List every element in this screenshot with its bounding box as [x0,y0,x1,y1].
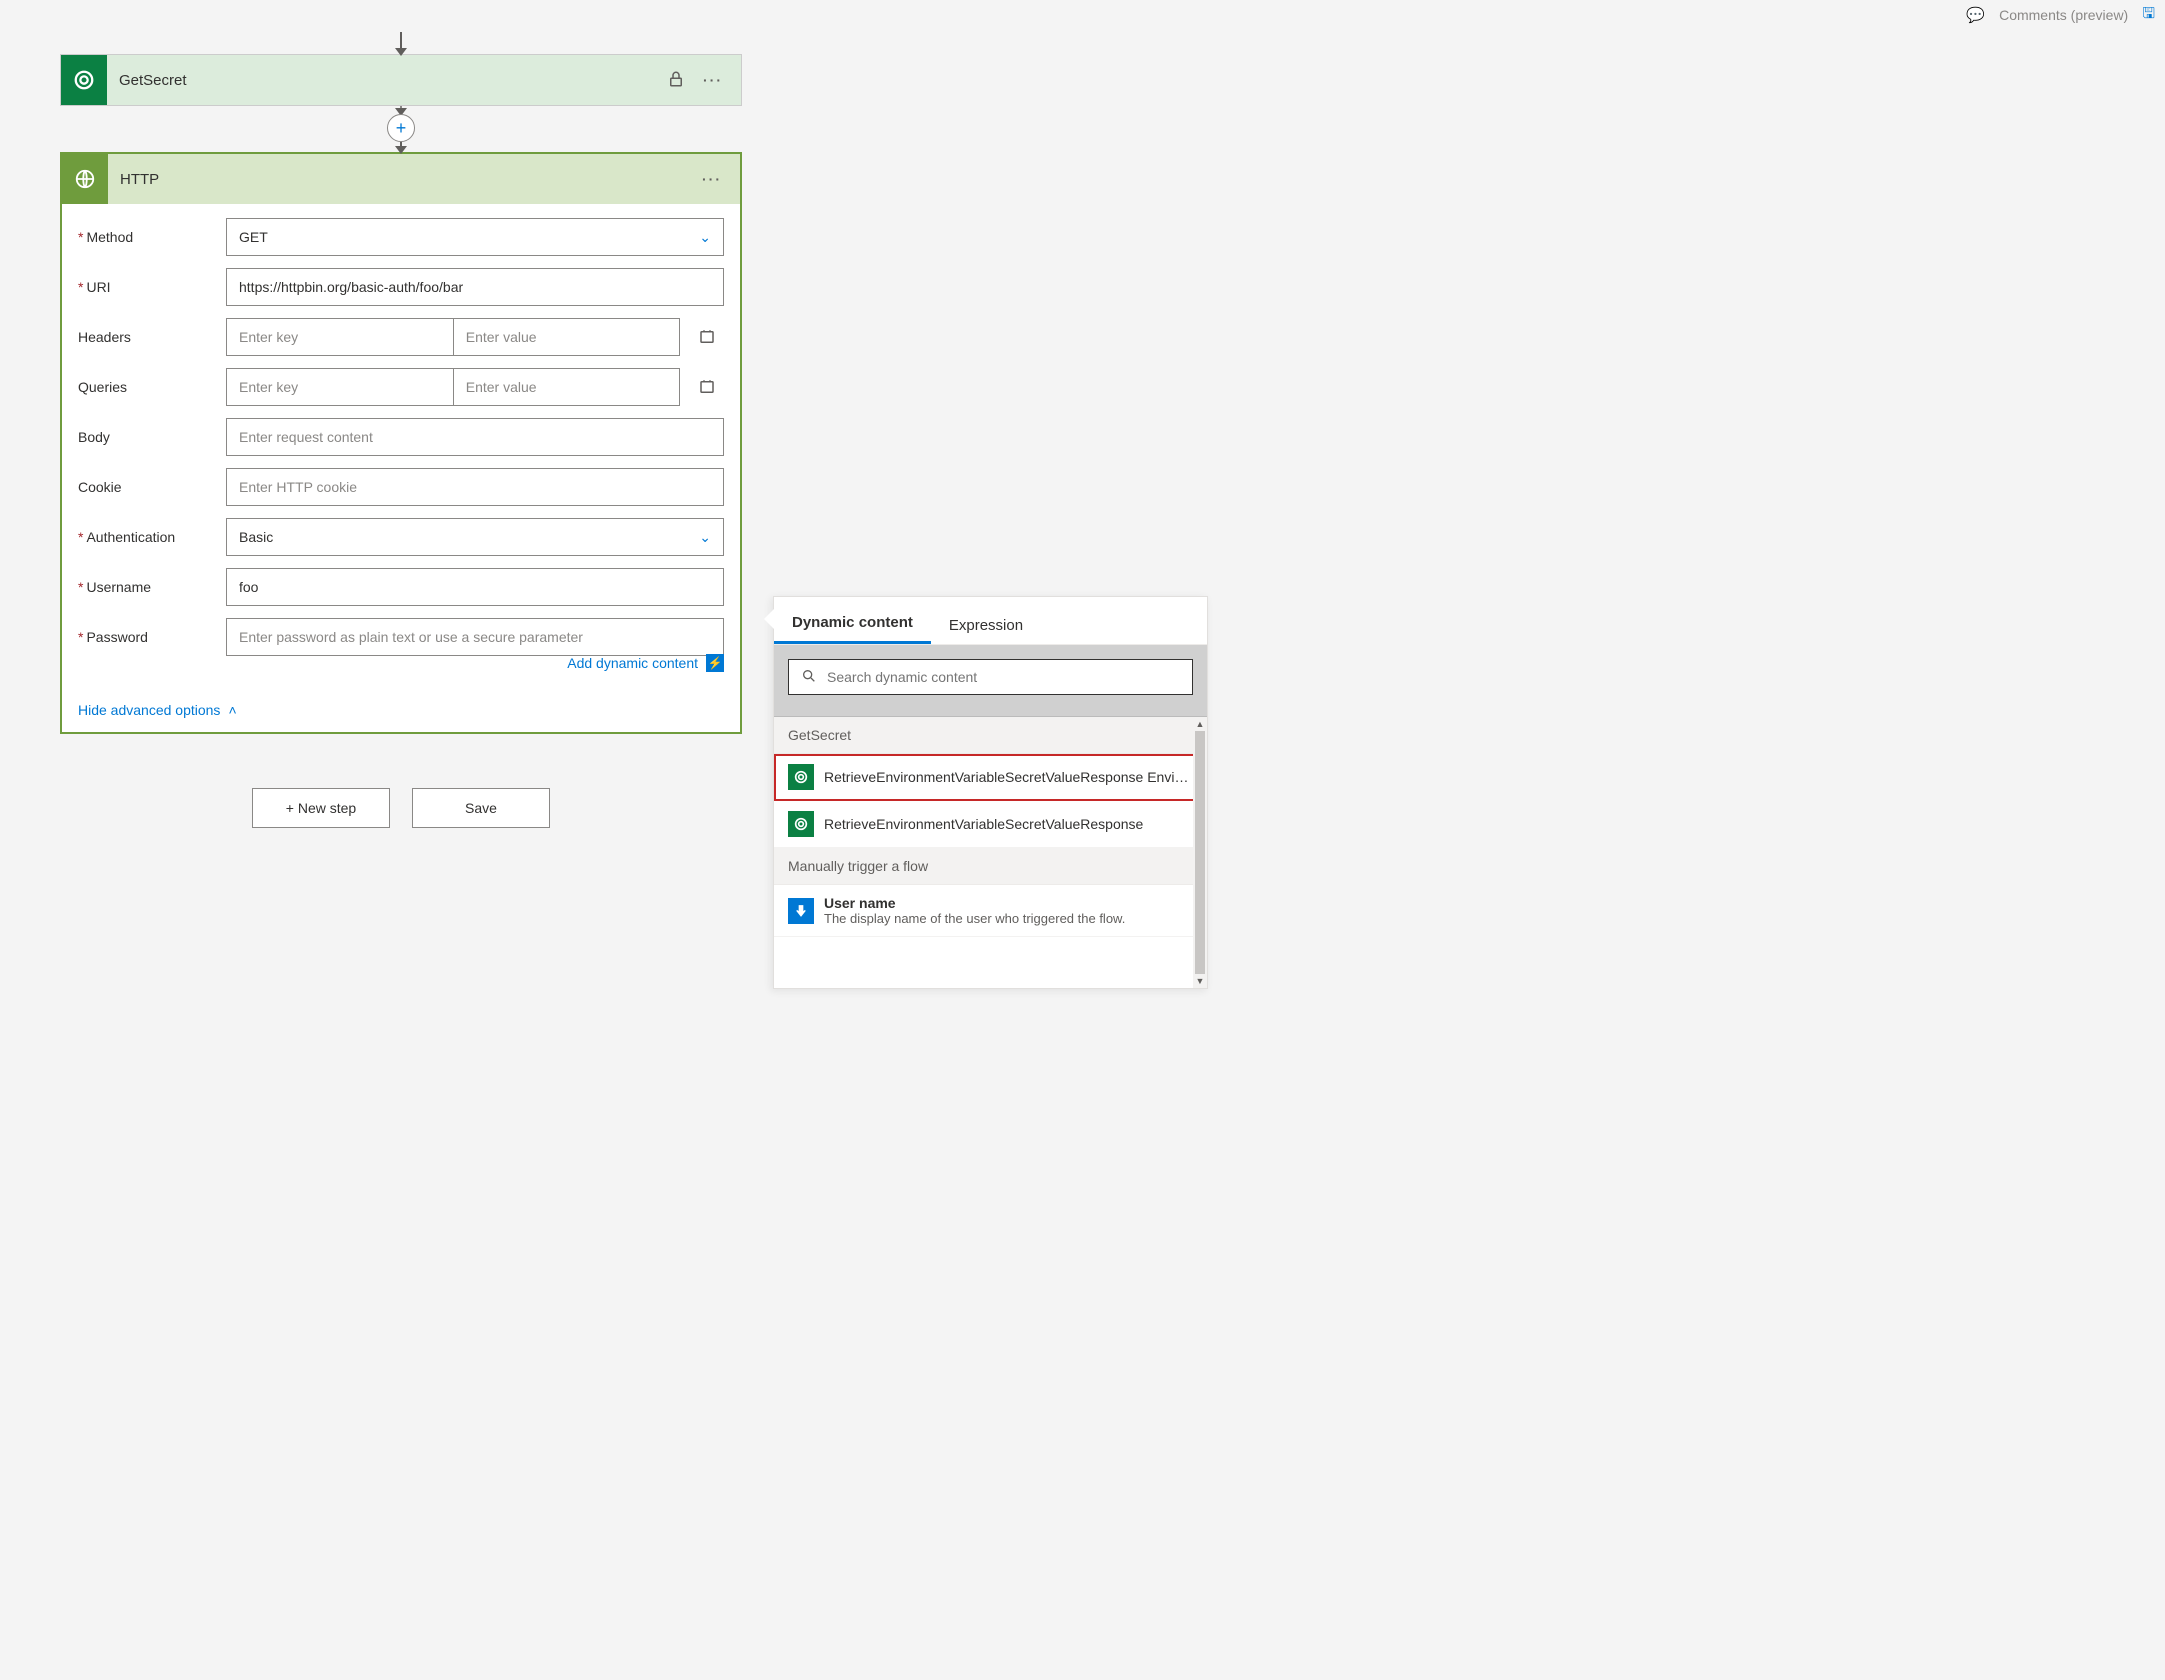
flow-arrow-icon [400,106,402,114]
body-input[interactable]: Enter request content [226,418,724,456]
dc-item-retrieve-env-var-secret-value-response[interactable]: RetrieveEnvironmentVariableSecretValueRe… [774,801,1207,848]
headers-value-input[interactable]: Enter value [453,318,680,356]
chevron-down-icon: ⌄ [699,229,711,246]
dc-item-retrieve-env-var-secret-value-response-envi[interactable]: RetrieveEnvironmentVariableSecretValueRe… [774,754,1207,801]
flow-arrow-icon [400,32,402,54]
queries-key-input[interactable]: Enter key [226,368,453,406]
dataverse-icon [61,55,107,105]
getsecret-action-card[interactable]: GetSecret ··· [60,54,742,106]
top-bar: 💬 Comments (preview) 🖫 [1966,0,2155,30]
dc-scrollbar[interactable]: ▲ ▼ [1193,717,1207,988]
add-dynamic-content-link[interactable]: Add dynamic content [567,655,698,671]
more-icon[interactable]: ··· [702,171,740,187]
dc-item-user-name[interactable]: User name The display name of the user w… [774,885,1207,937]
headers-label: Headers [78,329,131,345]
http-card-header[interactable]: HTTP ··· [62,154,740,204]
body-label: Body [78,429,110,445]
dc-section-manual-trigger: Manually trigger a flow [774,848,1207,885]
hide-advanced-options-button[interactable]: Hide advanced options ˄ [62,692,740,732]
method-label: Method [86,229,133,245]
http-action-card: HTTP ··· *Method GET ⌄ *URI https://http… [60,152,742,734]
scroll-up-icon[interactable]: ▲ [1193,717,1207,731]
comments-link[interactable]: Comments (preview) [1999,7,2128,23]
password-label: Password [86,629,147,645]
dataverse-icon [788,811,814,837]
cookie-label: Cookie [78,479,122,495]
getsecret-title: GetSecret [107,55,667,105]
chevron-down-icon: ⌄ [699,529,711,546]
authentication-label: Authentication [86,529,175,545]
dynamic-content-badge-icon[interactable]: ⚡ [706,654,724,672]
scrollbar-thumb[interactable] [1195,731,1205,974]
queries-value-input[interactable]: Enter value [453,368,680,406]
new-step-button[interactable]: + New step [252,788,390,828]
username-input[interactable]: foo [226,568,724,606]
uri-input[interactable]: https://httpbin.org/basic-auth/foo/bar [226,268,724,306]
uri-label: URI [86,279,110,295]
search-icon [801,668,817,687]
add-step-connector: + [60,106,742,152]
save-button[interactable]: Save [412,788,550,828]
http-title: HTTP [108,171,702,188]
globe-icon [62,154,108,204]
lock-icon [667,70,685,91]
username-label: Username [86,579,151,595]
dynamic-content-panel: Dynamic content Expression GetSecret Ret… [773,596,1208,989]
insert-step-button[interactable]: + [387,114,415,142]
dynamic-content-search-input[interactable] [827,669,1180,685]
switch-to-text-mode-button[interactable] [690,318,724,356]
switch-to-text-mode-button[interactable] [690,368,724,406]
dataverse-icon [788,764,814,790]
more-icon[interactable]: ··· [703,72,723,88]
dc-section-getsecret: GetSecret [774,717,1207,754]
comment-icon: 💬 [1966,6,1985,24]
authentication-select[interactable]: Basic ⌄ [226,518,724,556]
headers-key-input[interactable]: Enter key [226,318,453,356]
method-select[interactable]: GET ⌄ [226,218,724,256]
tab-expression[interactable]: Expression [931,605,1041,644]
scroll-down-icon[interactable]: ▼ [1193,974,1207,988]
save-icon[interactable]: 🖫 [2142,3,2155,28]
chevron-up-icon: ˄ [228,702,236,718]
password-input[interactable]: Enter password as plain text or use a se… [226,618,724,656]
queries-label: Queries [78,379,127,395]
cookie-input[interactable]: Enter HTTP cookie [226,468,724,506]
button-trigger-icon [788,898,814,924]
tab-dynamic-content[interactable]: Dynamic content [774,602,931,644]
flow-arrow-icon [400,142,402,152]
